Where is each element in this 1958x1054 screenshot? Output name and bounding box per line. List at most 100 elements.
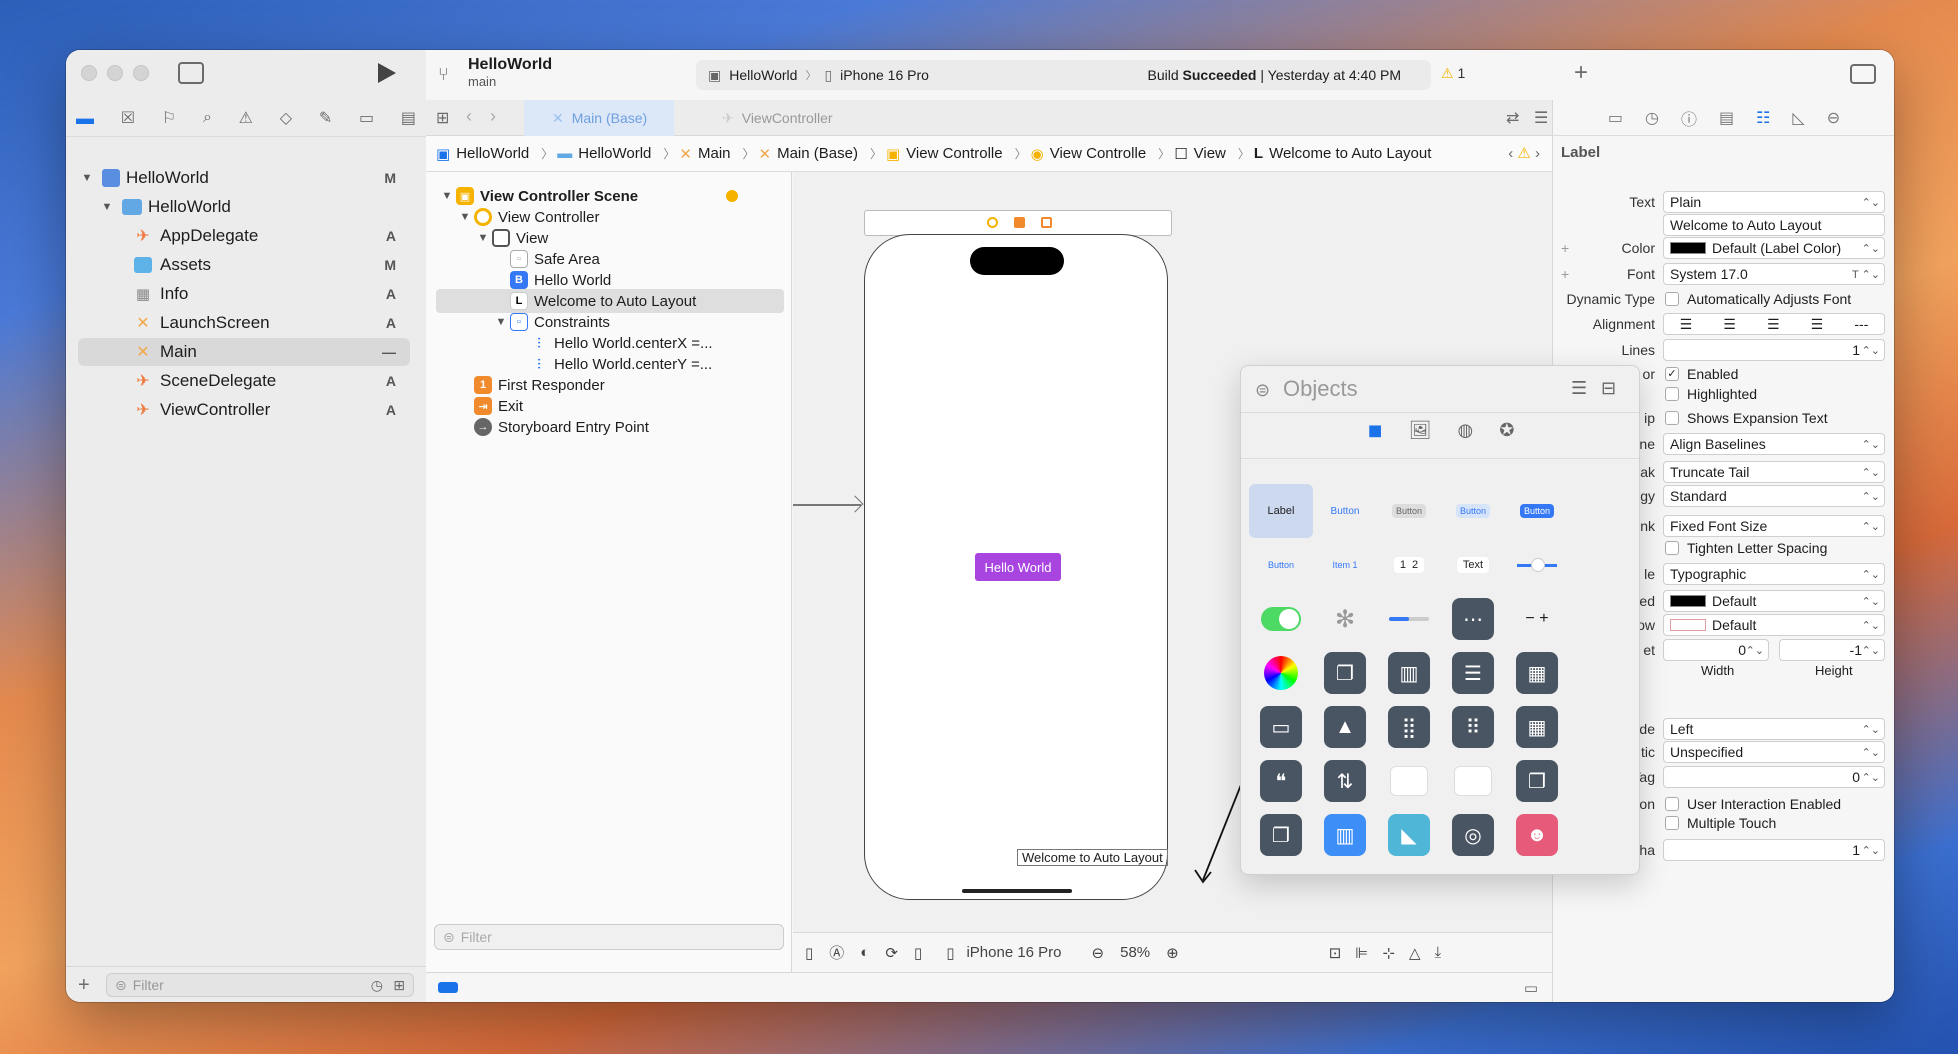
tab-viewcontroller[interactable]: ✈ ViewController xyxy=(696,100,856,136)
add-constraints-icon[interactable]: ⊹ xyxy=(1382,944,1395,962)
scm-filter-icon[interactable]: ⊞ xyxy=(393,977,405,994)
resolve-issues-icon[interactable]: △ xyxy=(1409,944,1421,962)
source-control-icon[interactable]: ☒ xyxy=(121,108,135,128)
breakpoints-toggle-icon[interactable] xyxy=(438,982,458,993)
align-icon[interactable]: ⊫ xyxy=(1355,944,1368,962)
jump-seg-file[interactable]: ✕ Main xyxy=(679,145,730,163)
outline-welcome-label[interactable]: L Welcome to Auto Layout xyxy=(436,289,784,313)
alignment-segmented[interactable]: ☰ ☰ ☰ ☰ --- xyxy=(1663,313,1885,335)
close-window-button[interactable] xyxy=(81,65,97,81)
object-popup-button[interactable]: Item 1 xyxy=(1313,538,1377,592)
orientation-icon[interactable]: ⟳ xyxy=(885,944,898,962)
toggle-inspector-icon[interactable] xyxy=(1850,64,1876,84)
history-icon[interactable]: ◷ xyxy=(1645,108,1659,128)
jump-seg-controller[interactable]: ◉ View Controlle xyxy=(1031,145,1147,163)
add-variation-icon[interactable]: + xyxy=(1561,266,1569,282)
align-natural-icon[interactable]: --- xyxy=(1854,316,1868,332)
chevron-down-icon[interactable]: ▼ xyxy=(78,172,96,184)
autoshrink-select[interactable]: Fixed Font Size ⌃⌄ xyxy=(1663,515,1885,537)
object-color-well[interactable] xyxy=(1249,646,1313,700)
object-view[interactable]: ▭ xyxy=(1249,700,1313,754)
object-scene-kit[interactable]: ☻ xyxy=(1505,808,1569,862)
highlighted-checkbox[interactable]: Highlighted xyxy=(1665,386,1757,402)
object-web-view[interactable]: ◎ xyxy=(1441,808,1505,862)
objects-search-input[interactable]: Objects xyxy=(1283,376,1358,402)
chevron-down-icon[interactable]: ▼ xyxy=(98,201,116,213)
folder-icon[interactable]: ▬ xyxy=(76,108,94,129)
text-type-select[interactable]: Plain ⌃⌄ xyxy=(1663,191,1885,213)
objects-tab-icon[interactable]: ◼ xyxy=(1368,420,1383,450)
align-left-icon[interactable]: ☰ xyxy=(1680,316,1693,333)
tree-item-info[interactable]: ▦ Info A xyxy=(78,280,410,308)
identity-icon[interactable]: ▤ xyxy=(1719,108,1734,128)
dynamic-type-checkbox[interactable]: Automatically Adjusts Font xyxy=(1665,291,1851,307)
object-slider[interactable] xyxy=(1505,538,1569,592)
grid-icon[interactable]: ⊞ xyxy=(436,108,449,128)
jump-seg-group[interactable]: ▬ HelloWorld xyxy=(557,145,651,162)
baseline-select[interactable]: Align Baselines ⌃⌄ xyxy=(1663,433,1885,455)
object-picker-view[interactable] xyxy=(1441,754,1505,808)
zoom-in-icon[interactable]: ⊕ xyxy=(1166,944,1179,962)
object-collection-view[interactable]: ⣿ xyxy=(1377,700,1441,754)
breakpoint-icon[interactable]: ▭ xyxy=(359,108,374,128)
debug-icon[interactable]: ✎ xyxy=(319,108,332,128)
list-view-icon[interactable]: ☰ xyxy=(1571,378,1587,399)
object-gray-button[interactable]: Button xyxy=(1377,484,1441,538)
scheme-device[interactable]: iPhone 16 Pro xyxy=(840,67,929,83)
jump-seg-label[interactable]: L Welcome to Auto Layout xyxy=(1254,145,1432,162)
object-button[interactable]: Button xyxy=(1313,484,1377,538)
update-frames-icon[interactable]: ⊡ xyxy=(1329,944,1342,962)
bookmark-icon[interactable]: ⚐ xyxy=(162,108,176,128)
tab-main-base[interactable]: ✕ Main (Base) xyxy=(524,100,674,136)
object-segmented-control[interactable]: 1 2 xyxy=(1377,538,1441,592)
accessibility-icon[interactable]: Ⓐ xyxy=(829,942,844,963)
alpha-stepper[interactable]: 1 ⌃⌄ xyxy=(1663,839,1885,861)
scheme-target[interactable]: HelloWorld xyxy=(729,67,797,83)
connections-icon[interactable]: ⊖ xyxy=(1827,108,1840,128)
multiple-touch-checkbox[interactable]: Multiple Touch xyxy=(1665,815,1776,831)
tree-item-viewcontroller[interactable]: ✈ ViewController A xyxy=(78,396,410,424)
semantic-select[interactable]: Unspecified ⌃⌄ xyxy=(1663,741,1885,763)
symbols-tab-icon[interactable]: ✪ xyxy=(1499,420,1514,450)
highlighted-color-select[interactable]: Default ⌃⌄ xyxy=(1663,590,1885,612)
jump-seg-scene[interactable]: ▣ View Controlle xyxy=(886,145,1003,163)
images-tab-icon[interactable]: 🖼 xyxy=(1409,420,1432,450)
tree-item-appdelegate[interactable]: ✈ AppDelegate A xyxy=(78,222,410,250)
lines-stepper[interactable]: 1 ⌃⌄ xyxy=(1663,339,1885,361)
line-break-select[interactable]: Truncate Tail ⌃⌄ xyxy=(1663,461,1885,483)
object-table-view[interactable]: ☰ xyxy=(1441,646,1505,700)
appearance-icon[interactable]: ◐ xyxy=(860,944,869,961)
back-icon[interactable]: ‹ xyxy=(466,106,472,127)
object-metal-view[interactable]: ◣ xyxy=(1377,808,1441,862)
object-label[interactable]: Label xyxy=(1249,484,1313,538)
recent-files-icon[interactable]: ◷ xyxy=(371,977,383,994)
outline-toggle-icon[interactable]: ▯ xyxy=(805,944,813,962)
run-button[interactable] xyxy=(378,63,396,83)
minimize-window-button[interactable] xyxy=(107,65,123,81)
object-visual-effect[interactable]: ❐ xyxy=(1505,754,1569,808)
outline-filter-input[interactable]: ⊜ Filter xyxy=(434,924,784,950)
debug-area-toggle-icon[interactable]: ▭ xyxy=(1524,979,1538,997)
file-inspector-icon[interactable]: ▭ xyxy=(1608,108,1623,128)
object-pull-down-button[interactable]: Button xyxy=(1249,538,1313,592)
object-tinted-button[interactable]: Button xyxy=(1441,484,1505,538)
tree-item-project[interactable]: ▼ HelloWorld M xyxy=(78,164,410,192)
tree-item-scenedelegate[interactable]: ✈ SceneDelegate A xyxy=(78,367,410,395)
jump-seg-view[interactable]: ☐ View xyxy=(1174,145,1226,163)
test-icon[interactable]: ◇ xyxy=(280,108,292,128)
add-variation-icon[interactable]: + xyxy=(1561,240,1569,256)
object-progress-view[interactable] xyxy=(1377,592,1441,646)
device-selector[interactable]: iPhone 16 Pro xyxy=(966,944,1061,961)
font-field[interactable]: System 17.0 T ⌃⌄ xyxy=(1663,263,1885,285)
jump-seg-base[interactable]: ✕ Main (Base) xyxy=(759,145,858,163)
help-icon[interactable]: ⓘ xyxy=(1681,106,1697,130)
object-map-view[interactable]: ▥ xyxy=(1313,808,1377,862)
issue-nav[interactable]: ‹ ⚠ › xyxy=(1508,144,1540,162)
object-switch[interactable] xyxy=(1249,592,1313,646)
capitalization-select[interactable]: Typographic ⌃⌄ xyxy=(1663,563,1885,585)
details-view-icon[interactable]: ⊟ xyxy=(1601,378,1616,399)
zoom-out-icon[interactable]: ⊖ xyxy=(1092,944,1105,962)
tree-item-main[interactable]: ✕ Main — xyxy=(78,338,410,366)
zoom-level[interactable]: 58% xyxy=(1120,944,1150,961)
object-collection-cell[interactable]: ⠿ xyxy=(1441,700,1505,754)
